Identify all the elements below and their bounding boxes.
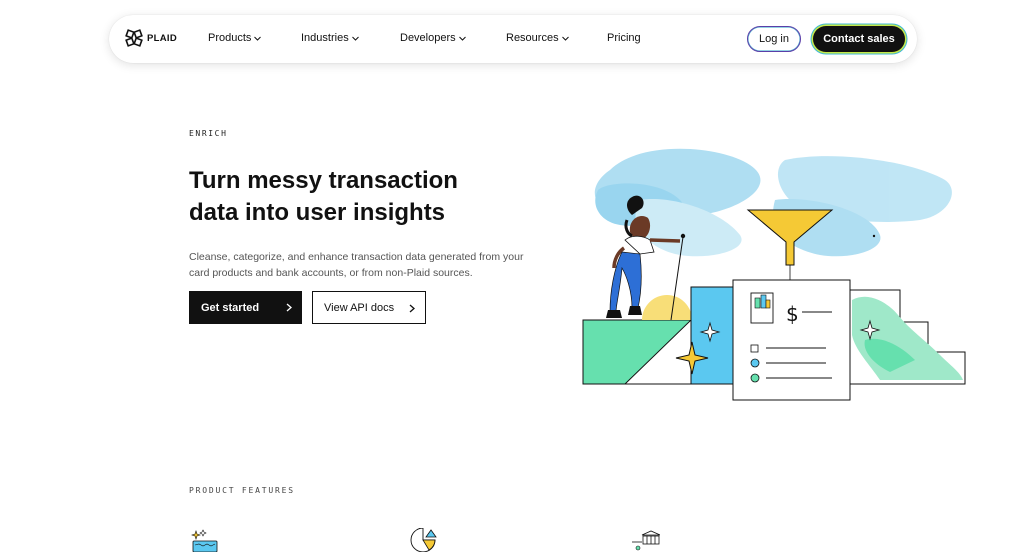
- contact-sales-button[interactable]: Contact sales: [813, 26, 905, 52]
- chevron-down-icon: [561, 36, 569, 41]
- hero-eyebrow: ENRICH: [189, 129, 228, 138]
- chevron-down-icon: [458, 36, 466, 41]
- hero-illustration: $: [582, 148, 966, 401]
- nav-item-label: Resources: [506, 32, 559, 44]
- right-block: [847, 289, 966, 385]
- product-features-label: PRODUCT FEATURES: [189, 486, 295, 495]
- nav-item-label: Pricing: [607, 32, 641, 44]
- nav-item-resources[interactable]: Resources: [506, 32, 569, 44]
- nav-item-pricing[interactable]: Pricing: [607, 32, 641, 44]
- button-label: Get started: [201, 301, 260, 314]
- left-block: [582, 318, 692, 385]
- sparkle-card-icon: [191, 529, 218, 552]
- login-button[interactable]: Log in: [747, 26, 801, 52]
- nav-item-label: Developers: [400, 32, 456, 44]
- chevron-right-icon: [409, 304, 415, 313]
- hero-description: Cleanse, categorize, and enhance transac…: [189, 251, 524, 279]
- chevron-down-icon: [254, 36, 262, 41]
- bank-icon: [632, 530, 660, 551]
- chevron-down-icon: [351, 36, 359, 41]
- logo-text: PLAID: [147, 32, 177, 44]
- plaid-logo-icon: [125, 29, 143, 47]
- nav-item-label: Products: [208, 32, 252, 44]
- nav-item-developers[interactable]: Developers: [400, 32, 466, 44]
- top-navigation: PLAID Products Industries Developers Res…: [109, 15, 917, 63]
- receipt-card: $: [732, 279, 851, 401]
- button-label: View API docs: [324, 301, 395, 314]
- hero-title: Turn messy transaction data into user in…: [189, 167, 458, 226]
- nav-item-label: Industries: [301, 32, 349, 44]
- get-started-button[interactable]: Get started: [189, 291, 302, 324]
- nav-item-products[interactable]: Products: [208, 32, 262, 44]
- dollar-sign: $: [786, 302, 799, 326]
- pie-chart-icon: [410, 528, 437, 552]
- chevron-right-icon: [286, 303, 292, 312]
- nav-item-industries[interactable]: Industries: [301, 32, 359, 44]
- plaid-logo[interactable]: PLAID: [125, 29, 177, 47]
- view-api-docs-button[interactable]: View API docs: [312, 291, 426, 324]
